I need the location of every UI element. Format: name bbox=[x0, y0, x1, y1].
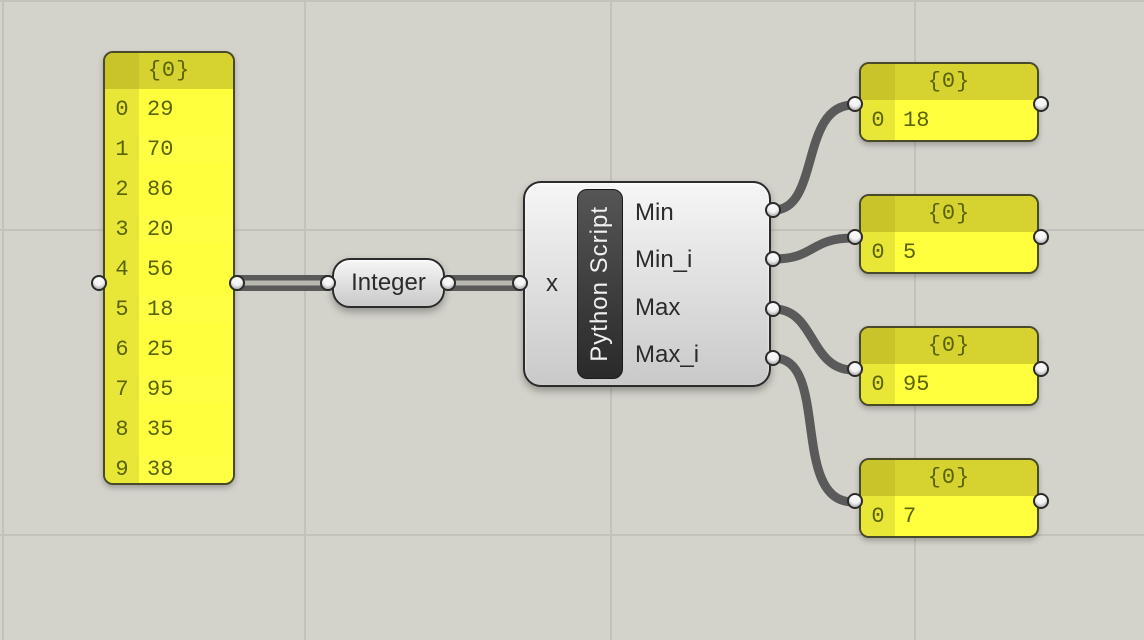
list-item: 456 bbox=[105, 249, 233, 289]
row-index: 2 bbox=[105, 169, 139, 209]
list-item: 320 bbox=[105, 209, 233, 249]
row-value: 20 bbox=[139, 217, 233, 242]
panel-branch-label: {0} bbox=[928, 201, 971, 226]
out0-right-grip[interactable] bbox=[1033, 96, 1049, 112]
python-right-grip-max_i[interactable] bbox=[765, 350, 781, 366]
integer-left-grip[interactable] bbox=[320, 275, 336, 291]
python-output-max_i[interactable]: Max_i bbox=[635, 332, 763, 380]
row-index: 5 bbox=[105, 289, 139, 329]
python-left-grip[interactable] bbox=[512, 275, 528, 291]
out3-left-grip[interactable] bbox=[847, 493, 863, 509]
panel-input-right-grip[interactable] bbox=[229, 275, 245, 291]
list-item: 938 bbox=[105, 449, 233, 485]
row-value: 95 bbox=[139, 377, 233, 402]
list-item: 795 bbox=[105, 369, 233, 409]
panel-header: {0} bbox=[861, 328, 1037, 364]
list-item: 835 bbox=[105, 409, 233, 449]
panel-header: {0} bbox=[861, 64, 1037, 100]
panel-header: {0} bbox=[861, 196, 1037, 232]
row-value: 95 bbox=[895, 372, 1037, 397]
python-output-max[interactable]: Max bbox=[635, 284, 763, 332]
list-item: 286 bbox=[105, 169, 233, 209]
output-panel-max_i[interactable]: {0} 0 7 bbox=[859, 458, 1039, 538]
row-index: 0 bbox=[861, 100, 895, 140]
row-value: 5 bbox=[895, 240, 1037, 265]
python-name-bar: Python Script bbox=[577, 189, 623, 379]
row-index: 8 bbox=[105, 409, 139, 449]
row-value: 56 bbox=[139, 257, 233, 282]
row-index: 9 bbox=[105, 449, 139, 485]
panel-header: {0} bbox=[861, 460, 1037, 496]
python-right-grip-min_i[interactable] bbox=[765, 251, 781, 267]
list-item: 625 bbox=[105, 329, 233, 369]
row-index: 0 bbox=[861, 496, 895, 536]
out0-left-grip[interactable] bbox=[847, 96, 863, 112]
row-value: 38 bbox=[139, 457, 233, 482]
row-value: 70 bbox=[139, 137, 233, 162]
row-value: 18 bbox=[895, 108, 1037, 133]
list-item: 029 bbox=[105, 89, 233, 129]
integer-component[interactable]: Integer bbox=[332, 258, 445, 308]
python-output-min_i[interactable]: Min_i bbox=[635, 237, 763, 285]
row-index: 7 bbox=[105, 369, 139, 409]
out2-right-grip[interactable] bbox=[1033, 361, 1049, 377]
row-index: 4 bbox=[105, 249, 139, 289]
integer-label: Integer bbox=[351, 269, 426, 297]
panel-branch-label: {0} bbox=[928, 69, 971, 94]
row-value: 29 bbox=[139, 97, 233, 122]
row-value: 18 bbox=[139, 297, 233, 322]
row-value: 7 bbox=[895, 504, 1037, 529]
row-value: 35 bbox=[139, 417, 233, 442]
python-right-grip-max[interactable] bbox=[765, 301, 781, 317]
python-name-label: Python Script bbox=[586, 206, 614, 362]
input-list-panel[interactable]: {0} 029170286320456518625795835938 bbox=[103, 51, 235, 485]
panel-branch-label: {0} bbox=[928, 333, 971, 358]
panel-branch-label: {0} bbox=[928, 465, 971, 490]
list-item: 518 bbox=[105, 289, 233, 329]
out1-left-grip[interactable] bbox=[847, 229, 863, 245]
row-index: 0 bbox=[861, 364, 895, 404]
panel-branch-label: {0} bbox=[148, 58, 191, 83]
out3-right-grip[interactable] bbox=[1033, 493, 1049, 509]
row-index: 0 bbox=[105, 89, 139, 129]
python-script-component[interactable]: x Python Script Min Min_i Max Max_i bbox=[523, 181, 771, 387]
python-input-x[interactable]: x bbox=[546, 270, 558, 298]
python-right-grip-min[interactable] bbox=[765, 202, 781, 218]
row-index: 0 bbox=[861, 232, 895, 272]
output-panel-min_i[interactable]: {0} 0 5 bbox=[859, 194, 1039, 274]
row-index: 1 bbox=[105, 129, 139, 169]
row-value: 86 bbox=[139, 177, 233, 202]
integer-right-grip[interactable] bbox=[440, 275, 456, 291]
output-panel-max[interactable]: {0} 0 95 bbox=[859, 326, 1039, 406]
panel-input-left-grip[interactable] bbox=[91, 275, 107, 291]
row-value: 25 bbox=[139, 337, 233, 362]
python-output-min[interactable]: Min bbox=[635, 189, 763, 237]
out1-right-grip[interactable] bbox=[1033, 229, 1049, 245]
list-item: 170 bbox=[105, 129, 233, 169]
panel-header: {0} bbox=[105, 53, 233, 89]
out2-left-grip[interactable] bbox=[847, 361, 863, 377]
grasshopper-canvas[interactable]: {0} 029170286320456518625795835938 Integ… bbox=[0, 0, 1144, 640]
output-panel-min[interactable]: {0} 0 18 bbox=[859, 62, 1039, 142]
row-index: 3 bbox=[105, 209, 139, 249]
row-index: 6 bbox=[105, 329, 139, 369]
